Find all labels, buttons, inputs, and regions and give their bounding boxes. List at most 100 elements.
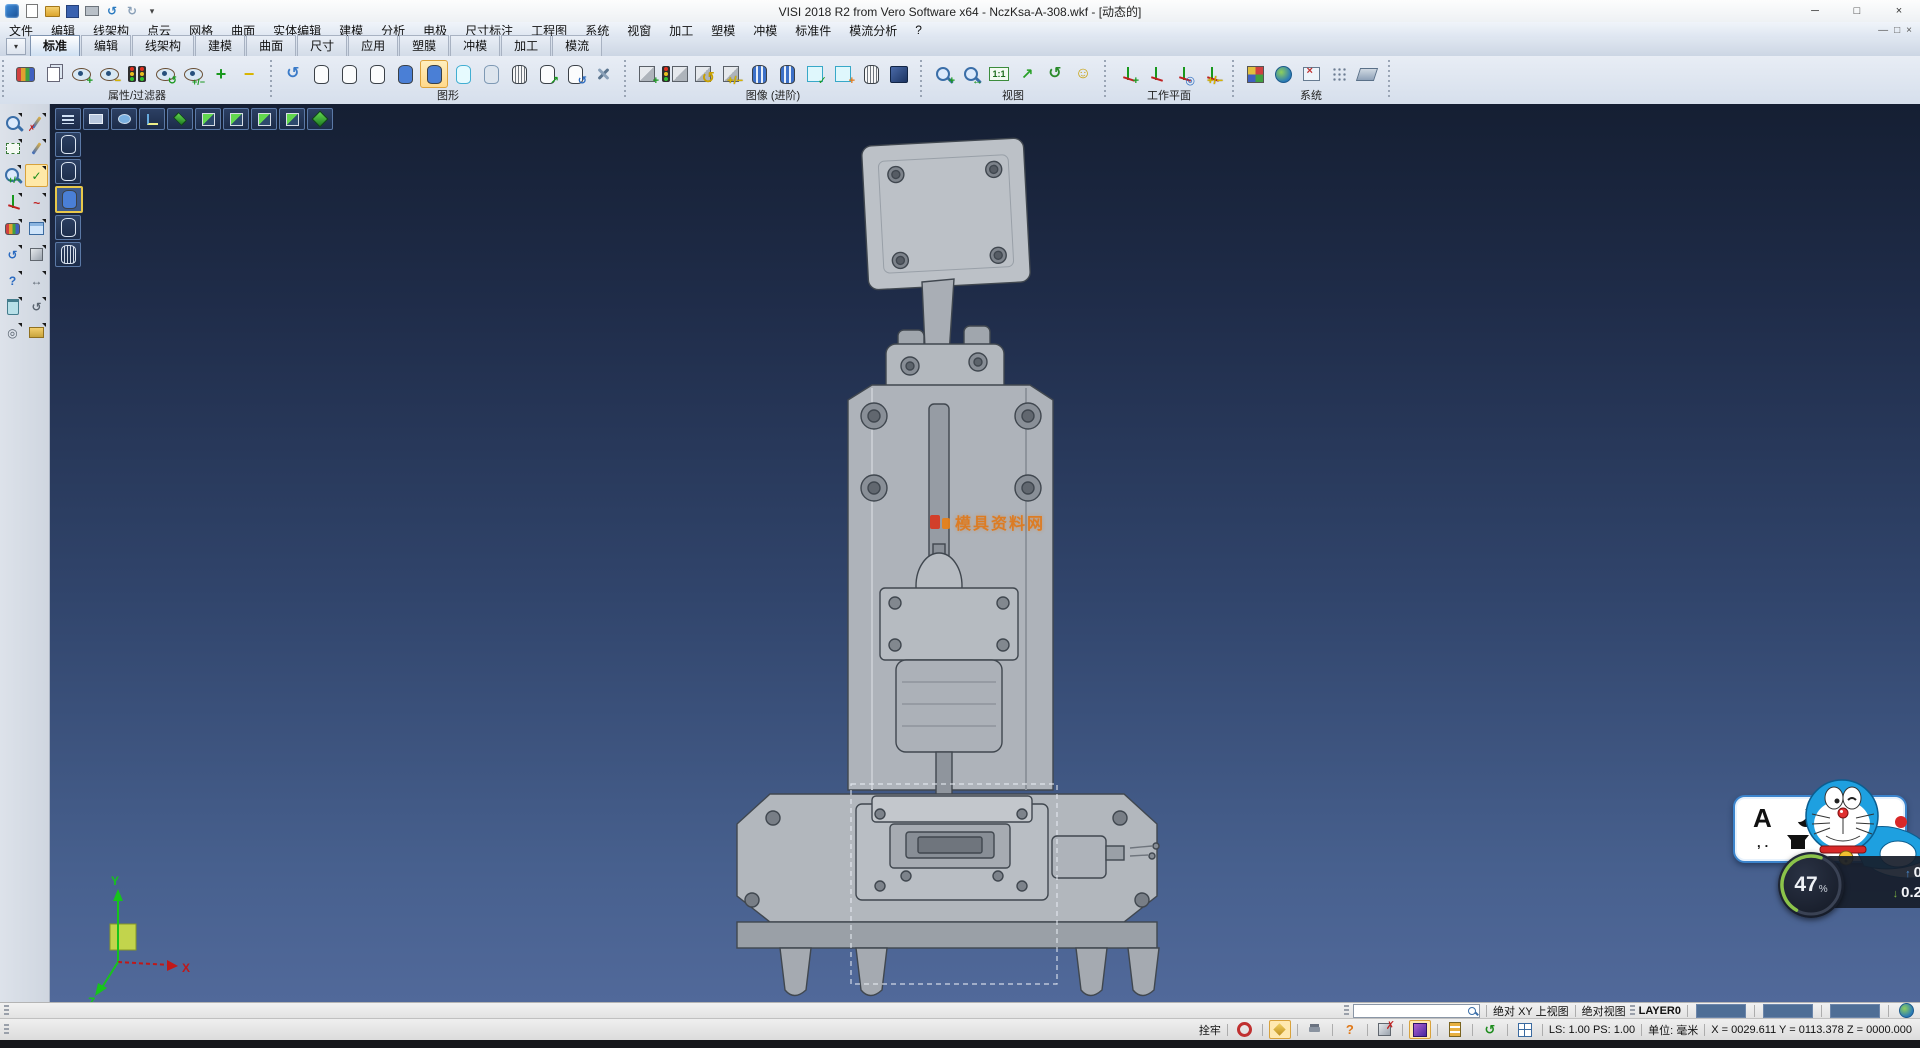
grid-window-icon[interactable] [26,218,47,239]
transparent-display-icon[interactable] [450,61,476,87]
delete-trash-icon[interactable] [2,296,23,317]
validate-view-icon[interactable]: ✓ [802,61,828,87]
confirm-check-icon[interactable]: ✓ [25,164,48,187]
memory-usage-gauge[interactable]: 47 % [1778,852,1844,918]
color-swatch-3[interactable] [1830,1004,1880,1018]
shaded-display-icon[interactable] [392,61,418,87]
redo-icon[interactable]: ↺ [124,3,140,19]
quick-access-dropdown-icon[interactable]: ▾ [144,3,160,19]
ruler-columns-icon[interactable] [1444,1020,1466,1039]
new-file-icon[interactable] [24,3,40,19]
undo-icon[interactable]: ↺ [104,3,120,19]
stamp-icon[interactable] [1304,1020,1326,1039]
auto-rotate-icon[interactable]: ↺ [1479,1020,1501,1039]
environment-globe-icon[interactable] [1899,1003,1914,1018]
pan-icon[interactable]: ↗ [1014,61,1040,87]
refresh-icon[interactable]: ↺ [2,244,23,265]
wire-body-icon[interactable] [858,61,884,87]
move-axis-icon[interactable] [2,192,23,213]
view-lock-mode[interactable]: 绝对 XY 上视图 [1493,1003,1569,1019]
maximize-button[interactable]: □ [1836,0,1878,22]
solid-cube-icon[interactable] [26,244,47,265]
sketch-pencil-icon[interactable] [26,138,47,159]
scene-filter-icon[interactable] [662,61,688,87]
menu-die[interactable]: 冲模 [744,22,786,39]
viewport-3d[interactable]: Y X Z 模具资料网 ↑ 0 K/s ↓ 0.2 [50,104,1920,1002]
workplane-view-icon[interactable]: ◎ [1170,61,1196,87]
shaded-edges-display-icon[interactable] [420,60,448,88]
show-all-icon[interactable]: + [208,61,234,87]
display-config-icon[interactable] [1354,61,1380,87]
view-orbit-icon[interactable] [111,108,137,130]
mdi-minimize-button[interactable]: — [1878,25,1888,36]
filter-traffic-light-icon[interactable] [124,61,150,87]
attribute-palette-icon[interactable] [12,61,38,87]
view-reference[interactable]: 绝对视图 [1582,1003,1626,1019]
view-iso-icon[interactable] [307,108,333,130]
flat-display-icon[interactable] [478,61,504,87]
menu-flow-analysis[interactable]: 模流分析 [840,22,906,39]
color-settings-icon[interactable] [1242,61,1268,87]
window-manager-icon[interactable] [1298,61,1324,87]
toggle-visibility-icon[interactable]: +/− [180,61,206,87]
grid-toggle-icon[interactable] [1514,1020,1536,1039]
wireframe-display-icon[interactable] [308,61,334,87]
view-front-icon[interactable] [195,108,221,130]
exclude-solid-icon[interactable]: ✗ [1374,1020,1396,1039]
menu-mould[interactable]: 塑模 [702,22,744,39]
active-layer[interactable]: LAYER0 [1639,1005,1681,1017]
render-mode-icon[interactable]: ☺ [1070,61,1096,87]
tab-edit[interactable]: 编辑 [81,35,131,56]
display-mesh-icon[interactable] [55,242,81,267]
hide-all-icon[interactable]: − [236,61,262,87]
zoom-window-icon[interactable]: ↔ [958,61,984,87]
hide-remove-icon[interactable]: − [96,61,122,87]
display-settings-icon[interactable] [590,61,616,87]
taskbar-edge-strip[interactable] [0,1040,1920,1048]
mesh-display-icon[interactable] [506,61,532,87]
tab-modeling[interactable]: 建模 [195,35,245,56]
menu-help[interactable]: ? [906,23,931,37]
magic-select-icon[interactable] [1269,1020,1291,1039]
save-file-icon[interactable] [64,3,80,19]
tab-wireframe[interactable]: 线架构 [132,35,194,56]
zoom-select-icon[interactable] [2,112,23,133]
mdi-close-button[interactable]: × [1906,25,1912,36]
view-top-icon[interactable] [167,108,193,130]
display-hidden-icon[interactable] [55,159,81,184]
zoom-extents-icon[interactable]: + [930,61,956,87]
zoom-one-to-one-icon[interactable]: 1:1 [986,61,1012,87]
section-view-alt-icon[interactable] [774,61,800,87]
print-icon[interactable] [84,3,100,19]
menu-machining[interactable]: 加工 [660,22,702,39]
tab-die[interactable]: 冲模 [450,35,500,56]
curve-edit-icon[interactable]: ~ [26,192,47,213]
minimize-button[interactable]: ─ [1794,0,1836,22]
workplane-create-icon[interactable]: + [1114,61,1140,87]
solid-snap-icon[interactable] [1409,1020,1431,1039]
refresh-visibility-icon[interactable]: ↺ [152,61,178,87]
show-add-icon[interactable]: + [68,61,94,87]
mdi-restore-button[interactable]: □ [1894,25,1900,36]
display-shaded-icon[interactable] [55,186,83,213]
view-left-icon[interactable] [251,108,277,130]
tab-dropdown-icon[interactable]: ▾ [6,38,26,55]
dashed-hidden-display-icon[interactable] [364,61,390,87]
marquee-select-icon[interactable] [2,138,23,159]
display-wire-icon[interactable] [55,132,81,157]
delete-entities-icon[interactable]: ✗ [26,112,47,133]
tab-dimension[interactable]: 尺寸 [297,35,347,56]
dynamic-display-icon[interactable]: ↗ [534,61,560,87]
hidden-line-display-icon[interactable] [336,61,362,87]
ime-mode-letter[interactable]: A [1753,803,1772,834]
regen-graphics-icon[interactable]: ↺ [280,61,306,87]
tab-flow[interactable]: 模流 [552,35,602,56]
help-query-icon[interactable]: ? [2,270,23,291]
layer-palette-icon[interactable] [2,218,23,239]
view-menu-icon[interactable] [55,108,81,130]
color-swatch-2[interactable] [1763,1004,1813,1018]
ime-punctuation-icon[interactable]: ,. [1757,835,1772,850]
tab-standard[interactable]: 标准 [30,35,80,56]
tab-mould[interactable]: 塑膜 [399,35,449,56]
workplane-edit-icon[interactable]: +/− [1198,61,1224,87]
